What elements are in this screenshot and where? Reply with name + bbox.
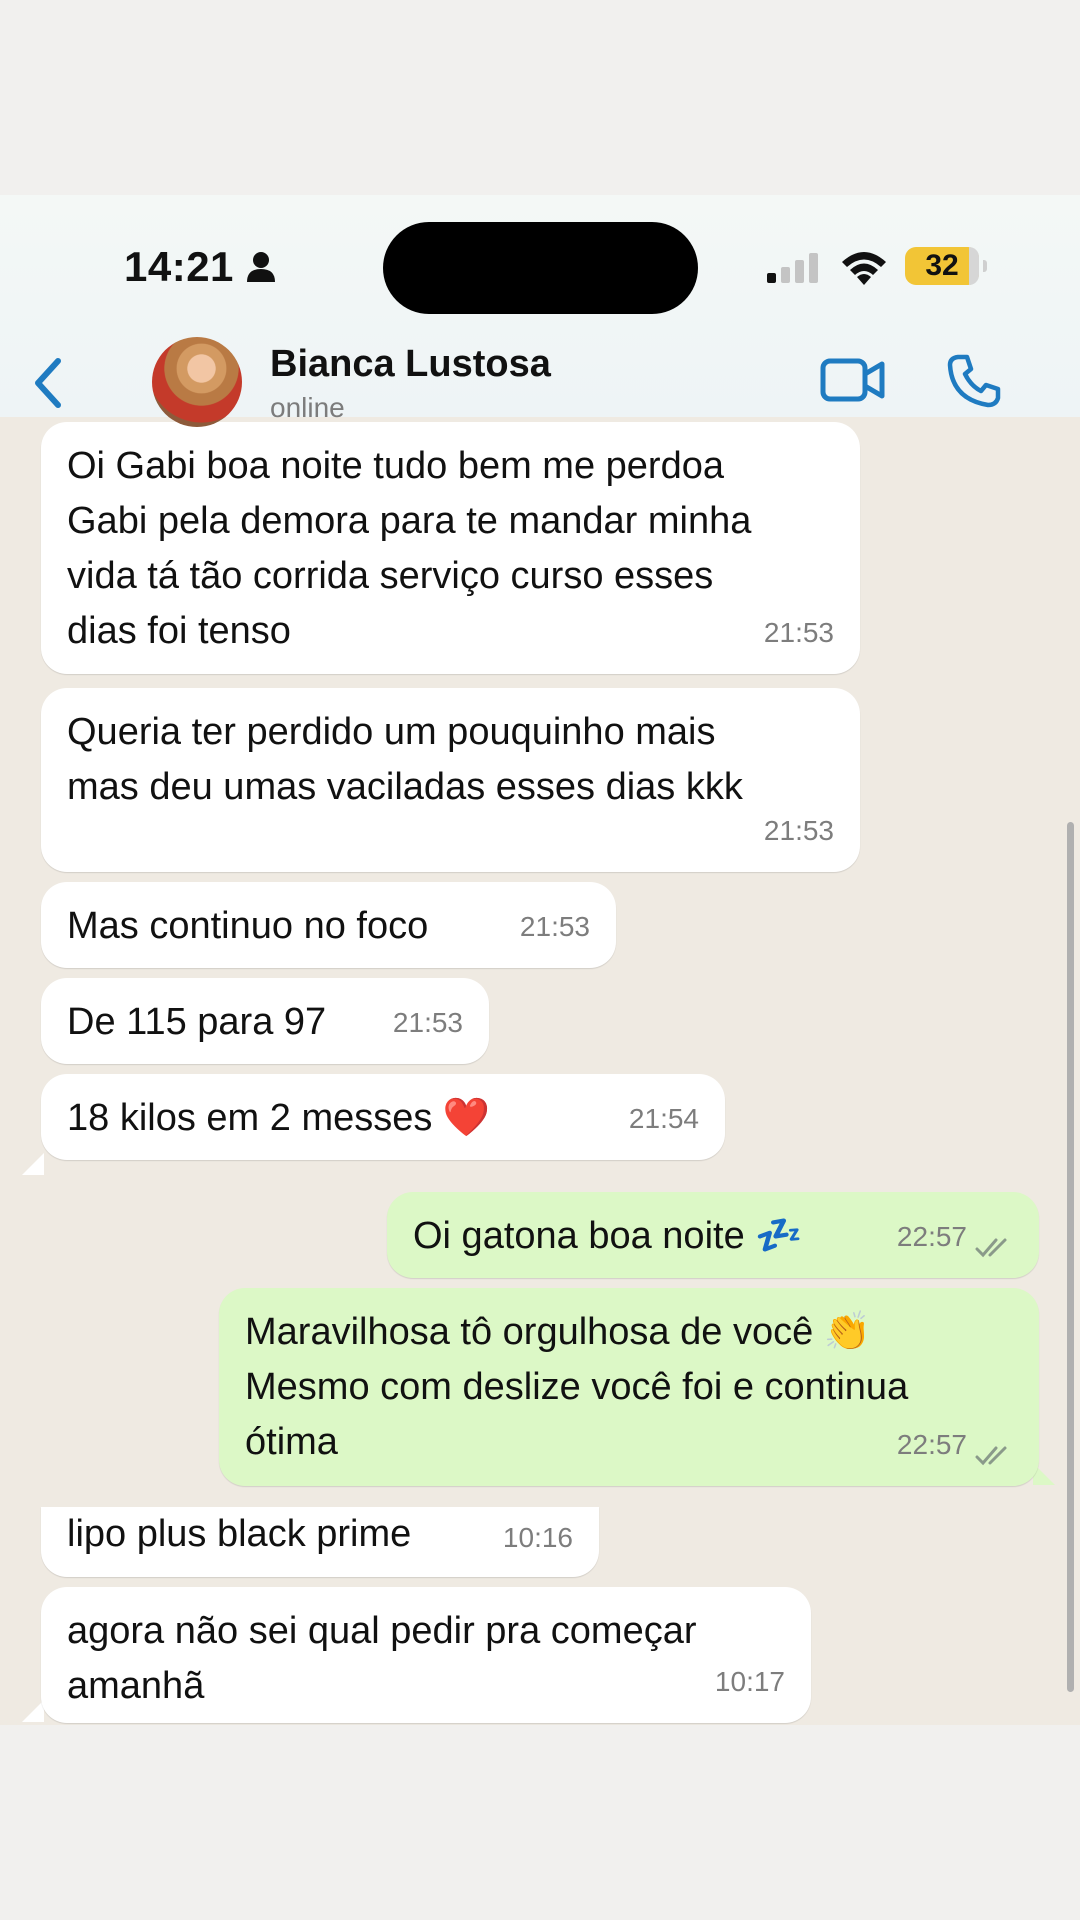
message-time: 22:57	[896, 1429, 967, 1460]
avatar[interactable]	[152, 337, 242, 427]
bubble-tail	[22, 1700, 44, 1722]
message-bubble[interactable]: lipo plus black prime 10:16	[41, 1507, 599, 1577]
message-time: 10:17	[714, 1666, 785, 1697]
message-time: 22:57	[896, 1221, 967, 1252]
message-text: Queria ter perdido um pouquinho mais mas…	[67, 711, 743, 808]
video-call-icon[interactable]	[820, 357, 886, 403]
bubble-tail	[22, 1153, 44, 1175]
message-bubble[interactable]: De 115 para 97 21:53	[41, 978, 489, 1064]
message-bubble[interactable]: Queria ter perdido um pouquinho mais mas…	[41, 688, 860, 872]
message-bubble[interactable]: Mas continuo no foco 21:53	[41, 882, 616, 968]
phone-call-icon[interactable]	[946, 353, 1002, 409]
top-bar: 14:21 32 Bianca Lustosa online	[0, 195, 1080, 427]
message-time: 21:53	[763, 815, 834, 846]
message-time: 21:53	[519, 911, 590, 942]
message-text: Maravilhosa tô orgulhosa de você 👏 Mesmo…	[245, 1311, 909, 1463]
message-text: Mas continuo no foco	[67, 905, 429, 947]
message-bubble[interactable]: 18 kilos em 2 messes ❤️ 21:54	[41, 1074, 725, 1160]
message-text: Oi Gabi boa noite tudo bem me perdoa Gab…	[67, 445, 752, 652]
person-icon	[247, 252, 275, 282]
contact-name[interactable]: Bianca Lustosa	[270, 343, 551, 386]
message-time: 10:16	[502, 1522, 573, 1553]
message-bubble[interactable]: Oi gatona boa noite 💤 22:57	[387, 1192, 1039, 1278]
chat-area[interactable]: Oi Gabi boa noite tudo bem me perdoa Gab…	[0, 417, 1080, 1725]
message-time: 21:53	[392, 1007, 463, 1038]
message-bubble[interactable]: agora não sei qual pedir pra começar ama…	[41, 1587, 811, 1723]
read-receipt-icon	[975, 1238, 1007, 1258]
back-chevron-icon[interactable]	[28, 355, 68, 411]
phone-screen: 14:21 32 Bianca Lustosa online Oi Gabi b…	[0, 195, 1080, 1725]
status-time: 14:21	[124, 243, 234, 290]
battery-level: 32	[925, 249, 959, 282]
dynamic-island	[383, 222, 698, 314]
message-text: Oi gatona boa noite 💤	[413, 1215, 803, 1257]
message-text: lipo plus black prime	[67, 1513, 412, 1555]
message-bubble[interactable]: Oi Gabi boa noite tudo bem me perdoa Gab…	[41, 422, 860, 674]
scrollbar[interactable]	[1067, 822, 1074, 1692]
message-time: 21:53	[763, 617, 834, 648]
message-text: agora não sei qual pedir pra começar ama…	[67, 1610, 697, 1707]
wifi-icon	[842, 252, 886, 285]
contact-status: online	[270, 392, 345, 423]
battery-icon: 32	[905, 247, 987, 285]
message-time: 21:54	[628, 1103, 699, 1134]
message-bubble[interactable]: Maravilhosa tô orgulhosa de você 👏 Mesmo…	[219, 1288, 1039, 1486]
signal-icon	[767, 253, 818, 283]
read-receipt-icon	[975, 1446, 1007, 1466]
message-text: De 115 para 97	[67, 1001, 327, 1043]
message-text: 18 kilos em 2 messes ❤️	[67, 1097, 491, 1139]
